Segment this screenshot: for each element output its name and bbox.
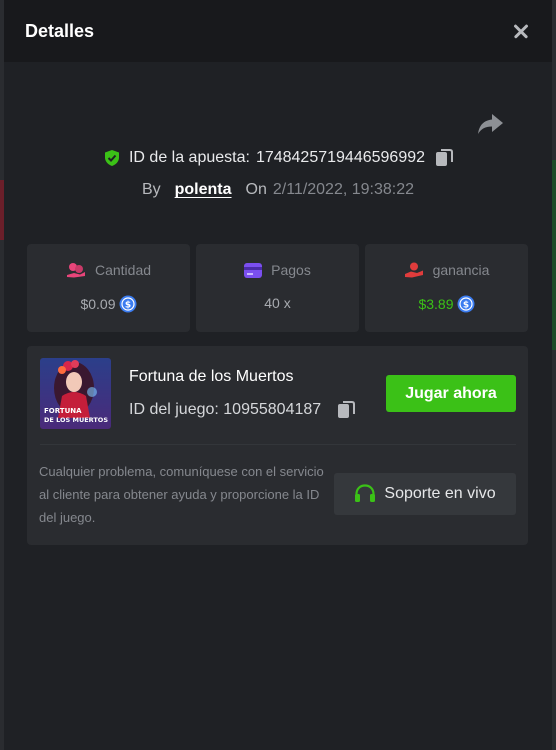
stat-amount: Cantidad $0.09 $ [27,244,190,332]
stat-profit-value-row: $3.89 $ [418,295,475,313]
backdrop-right-edge [552,0,556,750]
usdc-coin-icon: $ [457,295,475,313]
stat-payout: Pagos 40 x [196,244,359,332]
bet-id-row: ID de la apuesta: 1748425719446596992 [4,148,552,168]
game-id: ID del juego: 10955804187 [129,401,322,418]
stat-amount-header: Cantidad [66,262,151,278]
copy-icon[interactable] [435,148,454,168]
stat-payout-value-row: 40 x [264,295,290,311]
thumbnail-title-line1: FORTUNA [44,407,82,415]
bet-id-label: ID de la apuesta: [128,149,250,166]
on-label: On [245,181,267,198]
stat-amount-value: $0.09 [80,296,116,312]
bet-stats: Cantidad $0.09 $ Pagos 40 x ganancia $3.… [27,244,528,332]
copy-icon[interactable] [337,400,356,420]
stat-profit-value: $3.89 [418,296,454,312]
svg-text:$: $ [462,301,468,311]
stat-profit-label: ganancia [432,262,490,278]
stat-payout-value: 40 x [264,295,291,311]
stat-payout-label: Pagos [271,262,311,278]
game-id-row: ID del juego: 10955804187 [129,400,356,420]
live-support-label: Soporte en vivo [384,485,496,502]
bet-id-value: 1748425719446596992 [255,149,426,166]
modal-header: Detalles [4,0,552,62]
svg-text:$: $ [124,301,130,311]
game-thumbnail[interactable]: FORTUNA DE LOS MUERTOS [40,358,111,429]
usdc-coin-icon: $ [119,295,137,313]
play-now-button[interactable]: Jugar ahora [386,375,516,412]
by-label: By [141,181,161,198]
profit-hand-icon [404,262,423,278]
bet-details-modal: Detalles ID de la apuesta: 1748425719446… [4,0,552,750]
card-icon [244,262,263,278]
bet-author-row: By polenta On 2/11/2022, 19:38:22 [4,181,552,199]
divider [40,444,516,445]
game-card: FORTUNA DE LOS MUERTOS Fortuna de los Mu… [27,346,528,545]
close-icon[interactable] [510,20,532,42]
stat-payout-header: Pagos [244,262,311,278]
username-link[interactable]: polenta [175,181,232,199]
stat-amount-label: Cantidad [94,262,152,278]
share-icon[interactable] [476,112,504,136]
coins-hand-icon [66,263,85,278]
live-support-button[interactable]: Soporte en vivo [334,473,516,515]
game-name: Fortuna de los Muertos [129,368,294,385]
stat-amount-value-row: $0.09 $ [80,295,137,313]
headset-icon [355,484,376,502]
stat-profit: ganancia $3.89 $ [365,244,528,332]
bet-date: 2/11/2022, 19:38:22 [272,181,415,198]
modal-title: Detalles [25,20,95,41]
thumbnail-title-line2: DE LOS MUERTOS [44,416,108,424]
stat-profit-header: ganancia [404,262,490,278]
help-text: Cualquier problema, comuníquese con el s… [39,464,324,525]
backdrop-mark [552,160,556,350]
shield-check-icon [104,150,119,166]
